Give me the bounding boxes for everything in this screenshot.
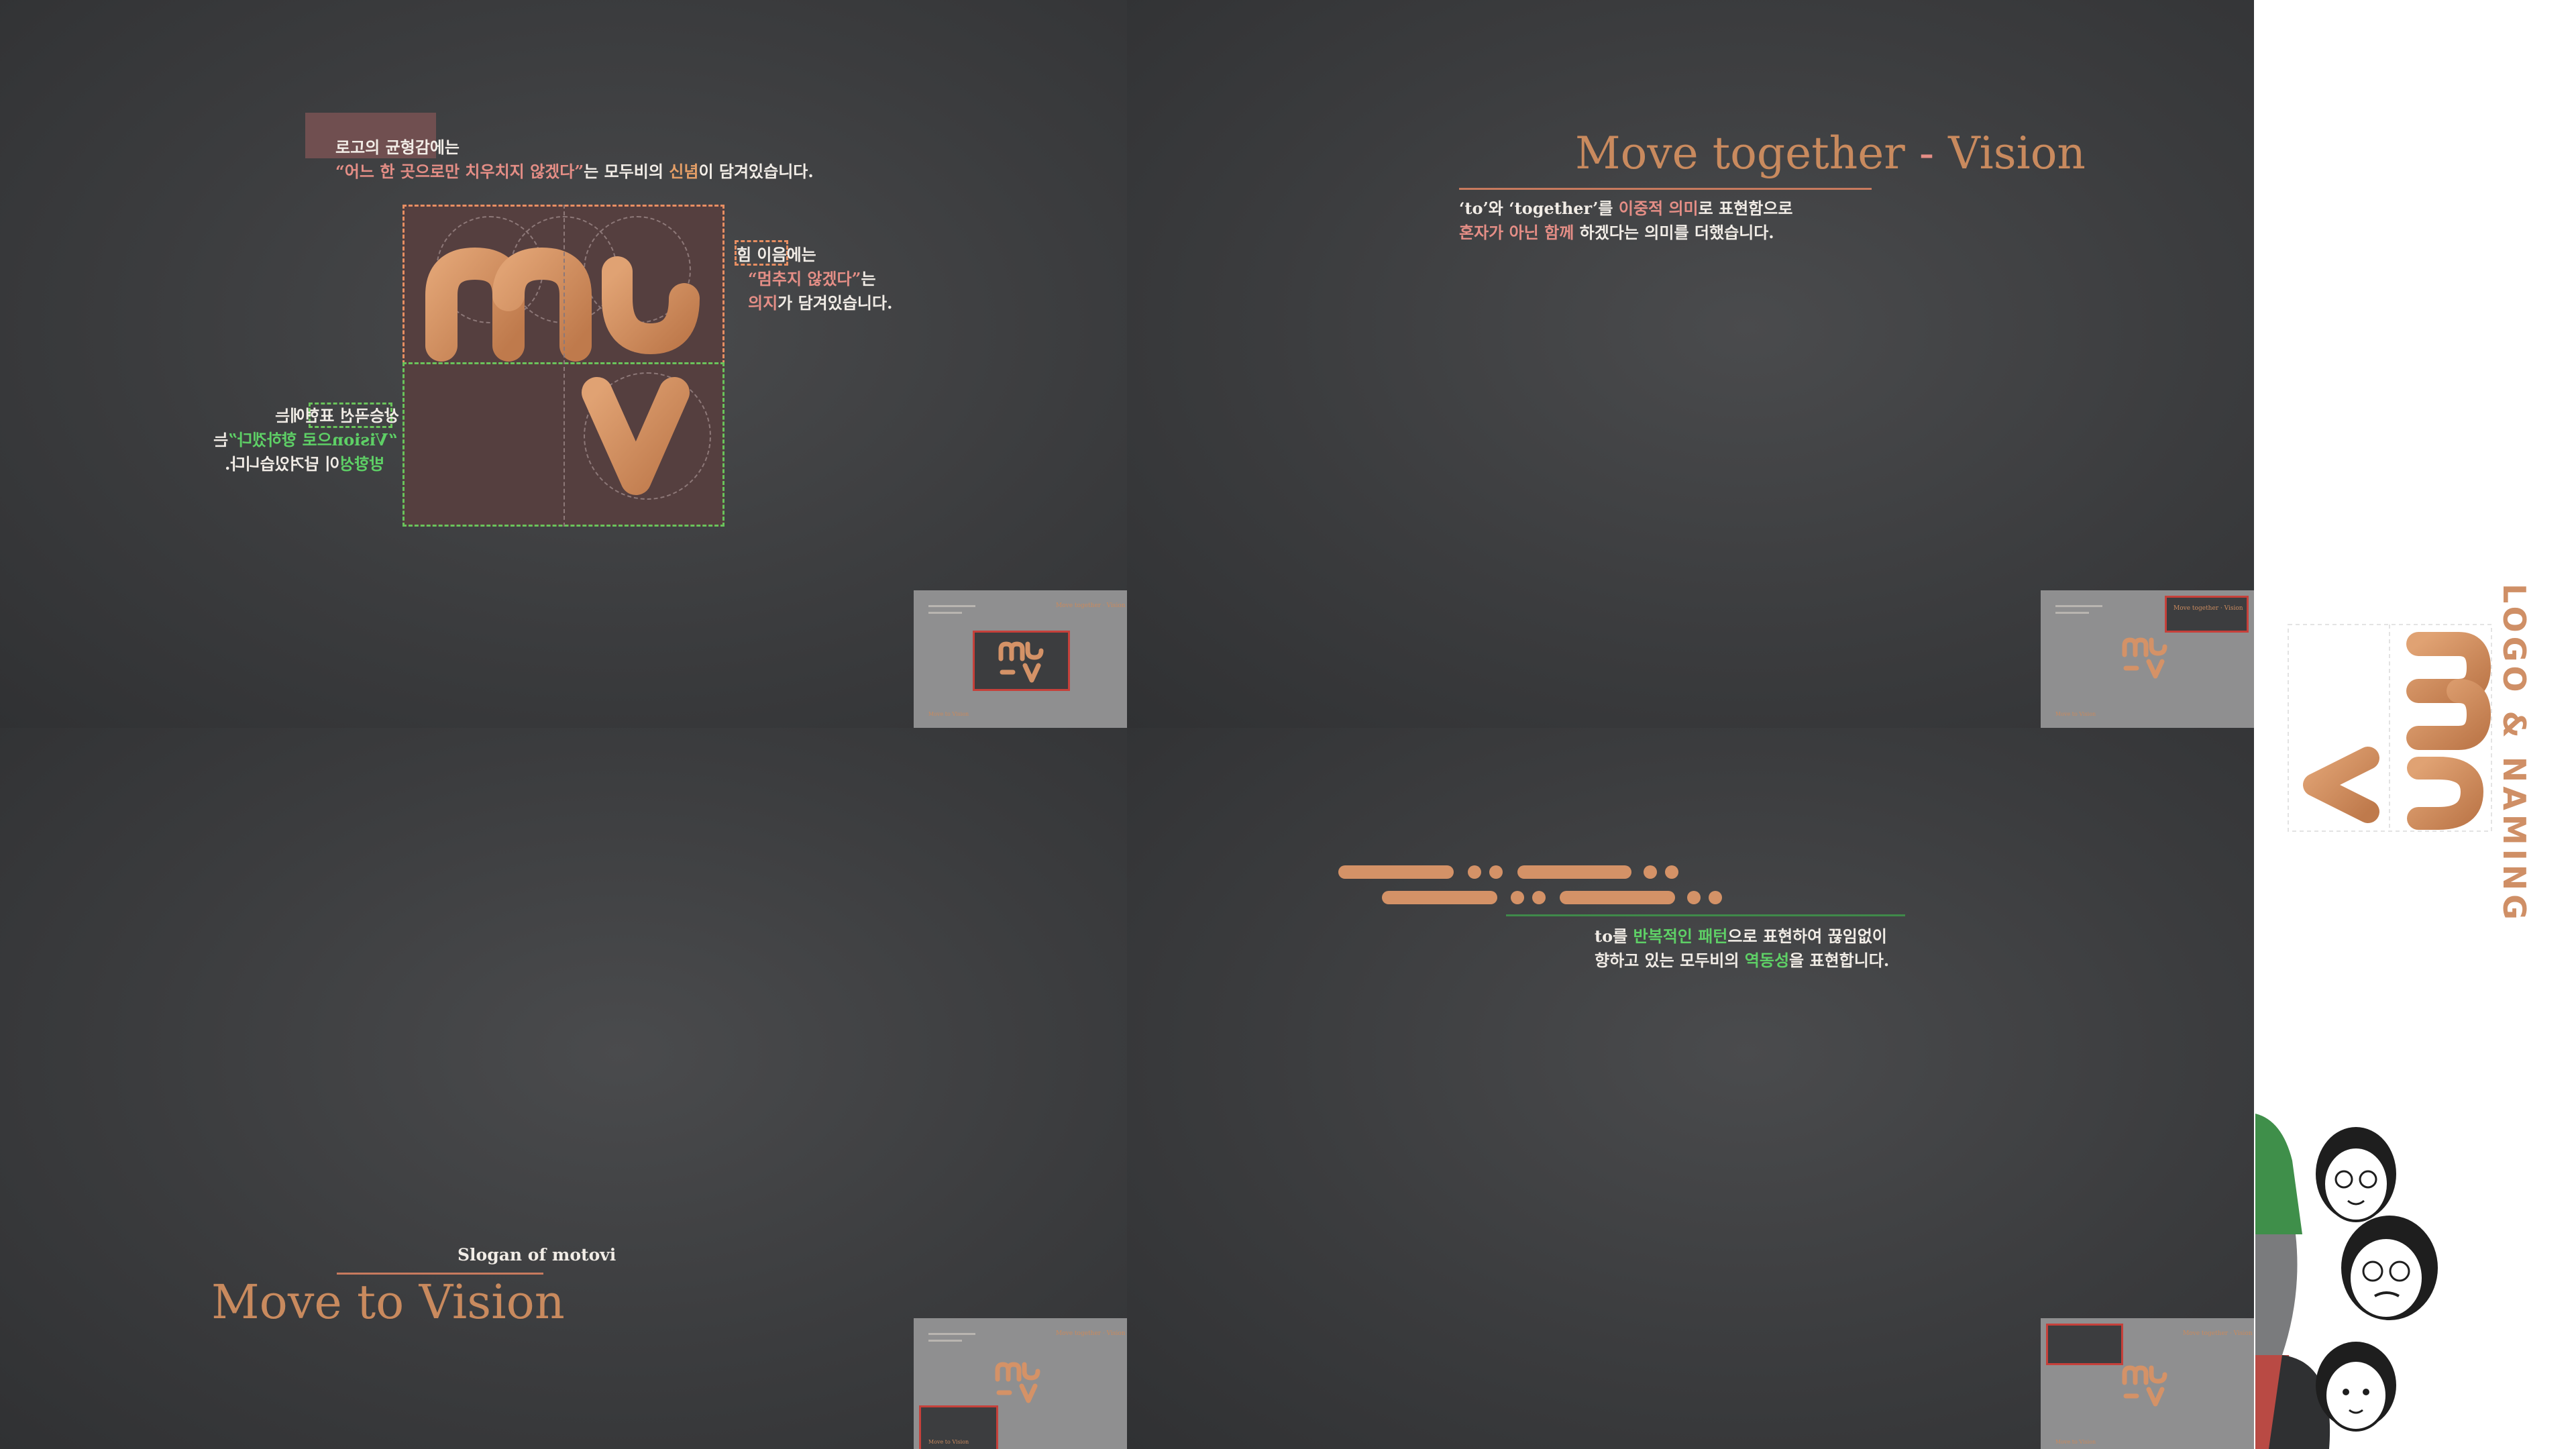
thumb-title: Move together · Vision [2183, 1330, 2253, 1337]
slide-thumbnail[interactable]: Move together · Vision Move to Vision [2041, 590, 2254, 728]
slogan-title: Move to Vision [211, 1275, 565, 1330]
caption-belief: 신념 [669, 162, 699, 181]
caption-end: 이 담겨있습니다. [698, 162, 814, 181]
slide-title: Move together - Vision [1575, 127, 2086, 179]
mv-logo-icon [995, 1362, 1040, 1403]
thumb-highlight-frame [2165, 596, 2249, 633]
left-note-end: 는 [213, 430, 229, 449]
left-note-line-3: 방향성이 담겨있습니다. [225, 452, 384, 476]
thumb-title: Move together · Vision [1056, 602, 1126, 609]
right-note-will: 의지 [748, 293, 778, 313]
slide-move-together: Move together - Vision ‘to’와 ‘together’를… [1127, 0, 2254, 728]
body-line-2: 향하고 있는 모두비의 역동성을 표현합니다. [1595, 949, 1889, 973]
slide-thumbnail[interactable]: Move together · Vision Move to Vision [2041, 1318, 2254, 1449]
thumb-footer: Move to Vision [928, 1439, 969, 1445]
left-note-end: 이 담겨있습니다. [225, 454, 340, 474]
right-note-line-2: “멈추지 않겠다”는 [748, 267, 876, 291]
body-emphasis: 반복적인 패턴 [1633, 926, 1728, 946]
thumb-title: Move together · Vision [2174, 605, 2243, 612]
pattern-dot [1665, 865, 1678, 879]
body-text: 향하고 있는 모두비의 [1595, 951, 1745, 970]
mv-logo-icon [2288, 624, 2492, 832]
caption-mid: 는 모두비의 [584, 162, 669, 181]
right-note-line-1: 힘 이음에는 [737, 245, 816, 264]
right-note-line-3: 의지가 담겨있습니다. [748, 291, 892, 315]
body-text: 으로 표현하여 끊임없이 [1727, 926, 1887, 946]
left-note-line-2: “Vision으로 향하겠다”는 [213, 428, 398, 452]
slide-slogan: Slogan of motovi Move to Vision Move tog… [0, 728, 1127, 1449]
slide-logo-balance: 로고의 균형감에는 “어느 한 곳으로만 치우치지 않겠다”는 모두비의 신념이… [0, 0, 1127, 728]
thumb-text-line [928, 1333, 975, 1335]
right-note-end: 는 [861, 269, 876, 288]
mv-logo-icon [2122, 1365, 2167, 1407]
body-text: ‘to’와 ‘together’를 [1459, 199, 1619, 218]
title-main: Move together [1575, 127, 1905, 179]
body-emphasis: 이중적 의미 [1618, 199, 1699, 218]
body-emphasis: 역동성 [1744, 951, 1790, 970]
caption-quote: “어느 한 곳으로만 치우치지 않겠다” [335, 162, 584, 181]
right-note-end: 가 담겨있습니다. [777, 293, 893, 313]
body-text: 로 표현함으로 [1698, 199, 1793, 218]
pattern-bar [1517, 865, 1631, 879]
body-text: 을 표현합니다. [1789, 951, 1890, 970]
body-line-2: 혼자가 아닌 함께 하겠다는 의미를 더했습니다. [1459, 221, 1774, 245]
three-people-illustration [2255, 1114, 2438, 1449]
thumb-highlight-frame [2046, 1324, 2123, 1365]
vertical-section-title: LOGO & NAMING [2496, 584, 2532, 924]
pattern-dot [1644, 865, 1657, 879]
body-line-1: to를 반복적인 패턴으로 표현하여 끊임없이 [1595, 924, 1887, 949]
pattern-underline [1506, 914, 1905, 916]
pattern-dot [1511, 891, 1524, 904]
left-note-dir: 방향성 [339, 454, 384, 474]
title-vision: Vision [1948, 127, 2086, 179]
thumb-footer: Move to Vision [928, 711, 969, 717]
body-emphasis: 혼자가 아닌 함께 [1459, 223, 1574, 242]
title-underline [1459, 188, 1872, 190]
caption-line-2: “어느 한 곳으로만 치우치지 않겠다”는 모두비의 신념이 담겨있습니다. [335, 160, 814, 184]
thumb-footer: Move to Vision [2055, 1439, 2096, 1445]
caption-line-1: 로고의 균형감에는 [335, 138, 460, 157]
thumb-footer: Move to Vision [2055, 711, 2096, 717]
slide-to-pattern: to를 반복적인 패턴으로 표현하여 끊임없이 향하고 있는 모두비의 역동성을… [1127, 728, 2254, 1449]
body-text: 하겠다는 의미를 더했습니다. [1574, 223, 1774, 242]
right-note-quote: “멈추지 않겠다” [748, 269, 861, 288]
pattern-dot [1709, 891, 1722, 904]
pattern-dot [1468, 865, 1481, 879]
title-dash: - [1904, 127, 1949, 179]
mv-logo-icon [2122, 637, 2167, 679]
pattern-bar [1338, 865, 1454, 879]
mv-logo-icon [998, 641, 1044, 683]
left-note-quote: “Vision으로 향하겠다” [228, 430, 398, 449]
pattern-dot [1687, 891, 1701, 904]
thumb-text-line [2055, 605, 2102, 607]
pattern-bar [1560, 891, 1675, 904]
grid-center-line [564, 205, 565, 527]
pattern-bar [1382, 891, 1497, 904]
body-line-1: ‘to’와 ‘together’를 이중적 의미로 표현함으로 [1459, 197, 1792, 221]
slide-thumbnail[interactable]: Move together · Vision Move to Vision [914, 590, 1127, 728]
thumb-text-line [928, 605, 975, 607]
thumb-text-line [928, 612, 962, 614]
thumb-title: Move together · Vision [1056, 1330, 1126, 1337]
pattern-dot [1532, 891, 1546, 904]
thumb-text-line [2055, 612, 2089, 614]
slide-thumbnail[interactable]: Move together · Vision Move to Vision [914, 1318, 1127, 1449]
pattern-dot [1489, 865, 1503, 879]
slogan-subtitle: Slogan of motovi [458, 1245, 616, 1265]
thumb-text-line [928, 1340, 962, 1342]
body-text: to를 [1595, 926, 1633, 946]
left-note-line-1: 상승곡선 표현에는 [275, 406, 399, 425]
